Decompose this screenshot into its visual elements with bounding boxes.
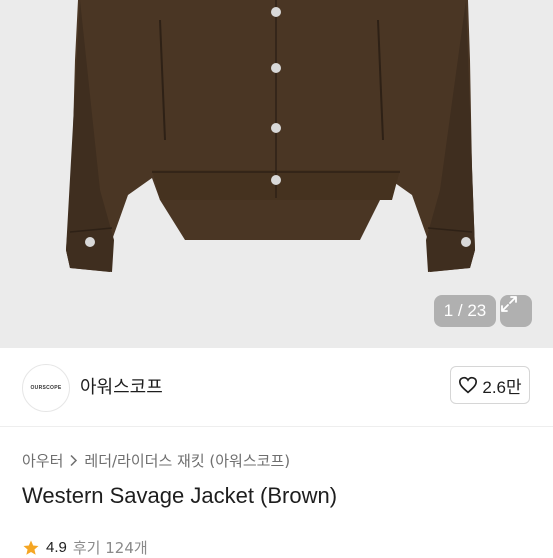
review-count[interactable]: 후기 124개	[73, 537, 148, 558]
seller-logo[interactable]: OURSCOPE	[22, 364, 70, 412]
seller-name[interactable]: 아워스코프	[80, 373, 163, 399]
expand-image-button[interactable]	[500, 295, 532, 327]
like-count: 2.6만	[482, 377, 522, 397]
breadcrumb: 아우터 레더/라이더스 재킷 (아워스코프)	[22, 450, 290, 471]
star-icon	[23, 540, 39, 555]
heart-icon	[459, 376, 478, 394]
like-button[interactable]: 2.6만	[450, 366, 530, 404]
rating-score: 4.9	[46, 539, 67, 556]
image-counter-text: 1 / 23	[443, 301, 487, 320]
breadcrumb-category[interactable]: 아우터	[22, 450, 63, 471]
product-title: Western Savage Jacket (Brown)	[22, 483, 338, 508]
seller-logo-text: OURSCOPE	[30, 385, 62, 391]
chevron-right-icon	[70, 454, 78, 467]
product-image-gallery[interactable]: 1 / 23	[0, 0, 553, 348]
seller-row: OURSCOPE 아워스코프 2.6만	[0, 348, 553, 427]
rating-summary[interactable]: 4.9 후기 124개	[22, 537, 148, 558]
image-counter: 1 / 23	[434, 295, 496, 327]
expand-icon	[501, 296, 517, 312]
breadcrumb-subcategory[interactable]: 레더/라이더스 재킷 (아워스코프)	[84, 450, 290, 471]
